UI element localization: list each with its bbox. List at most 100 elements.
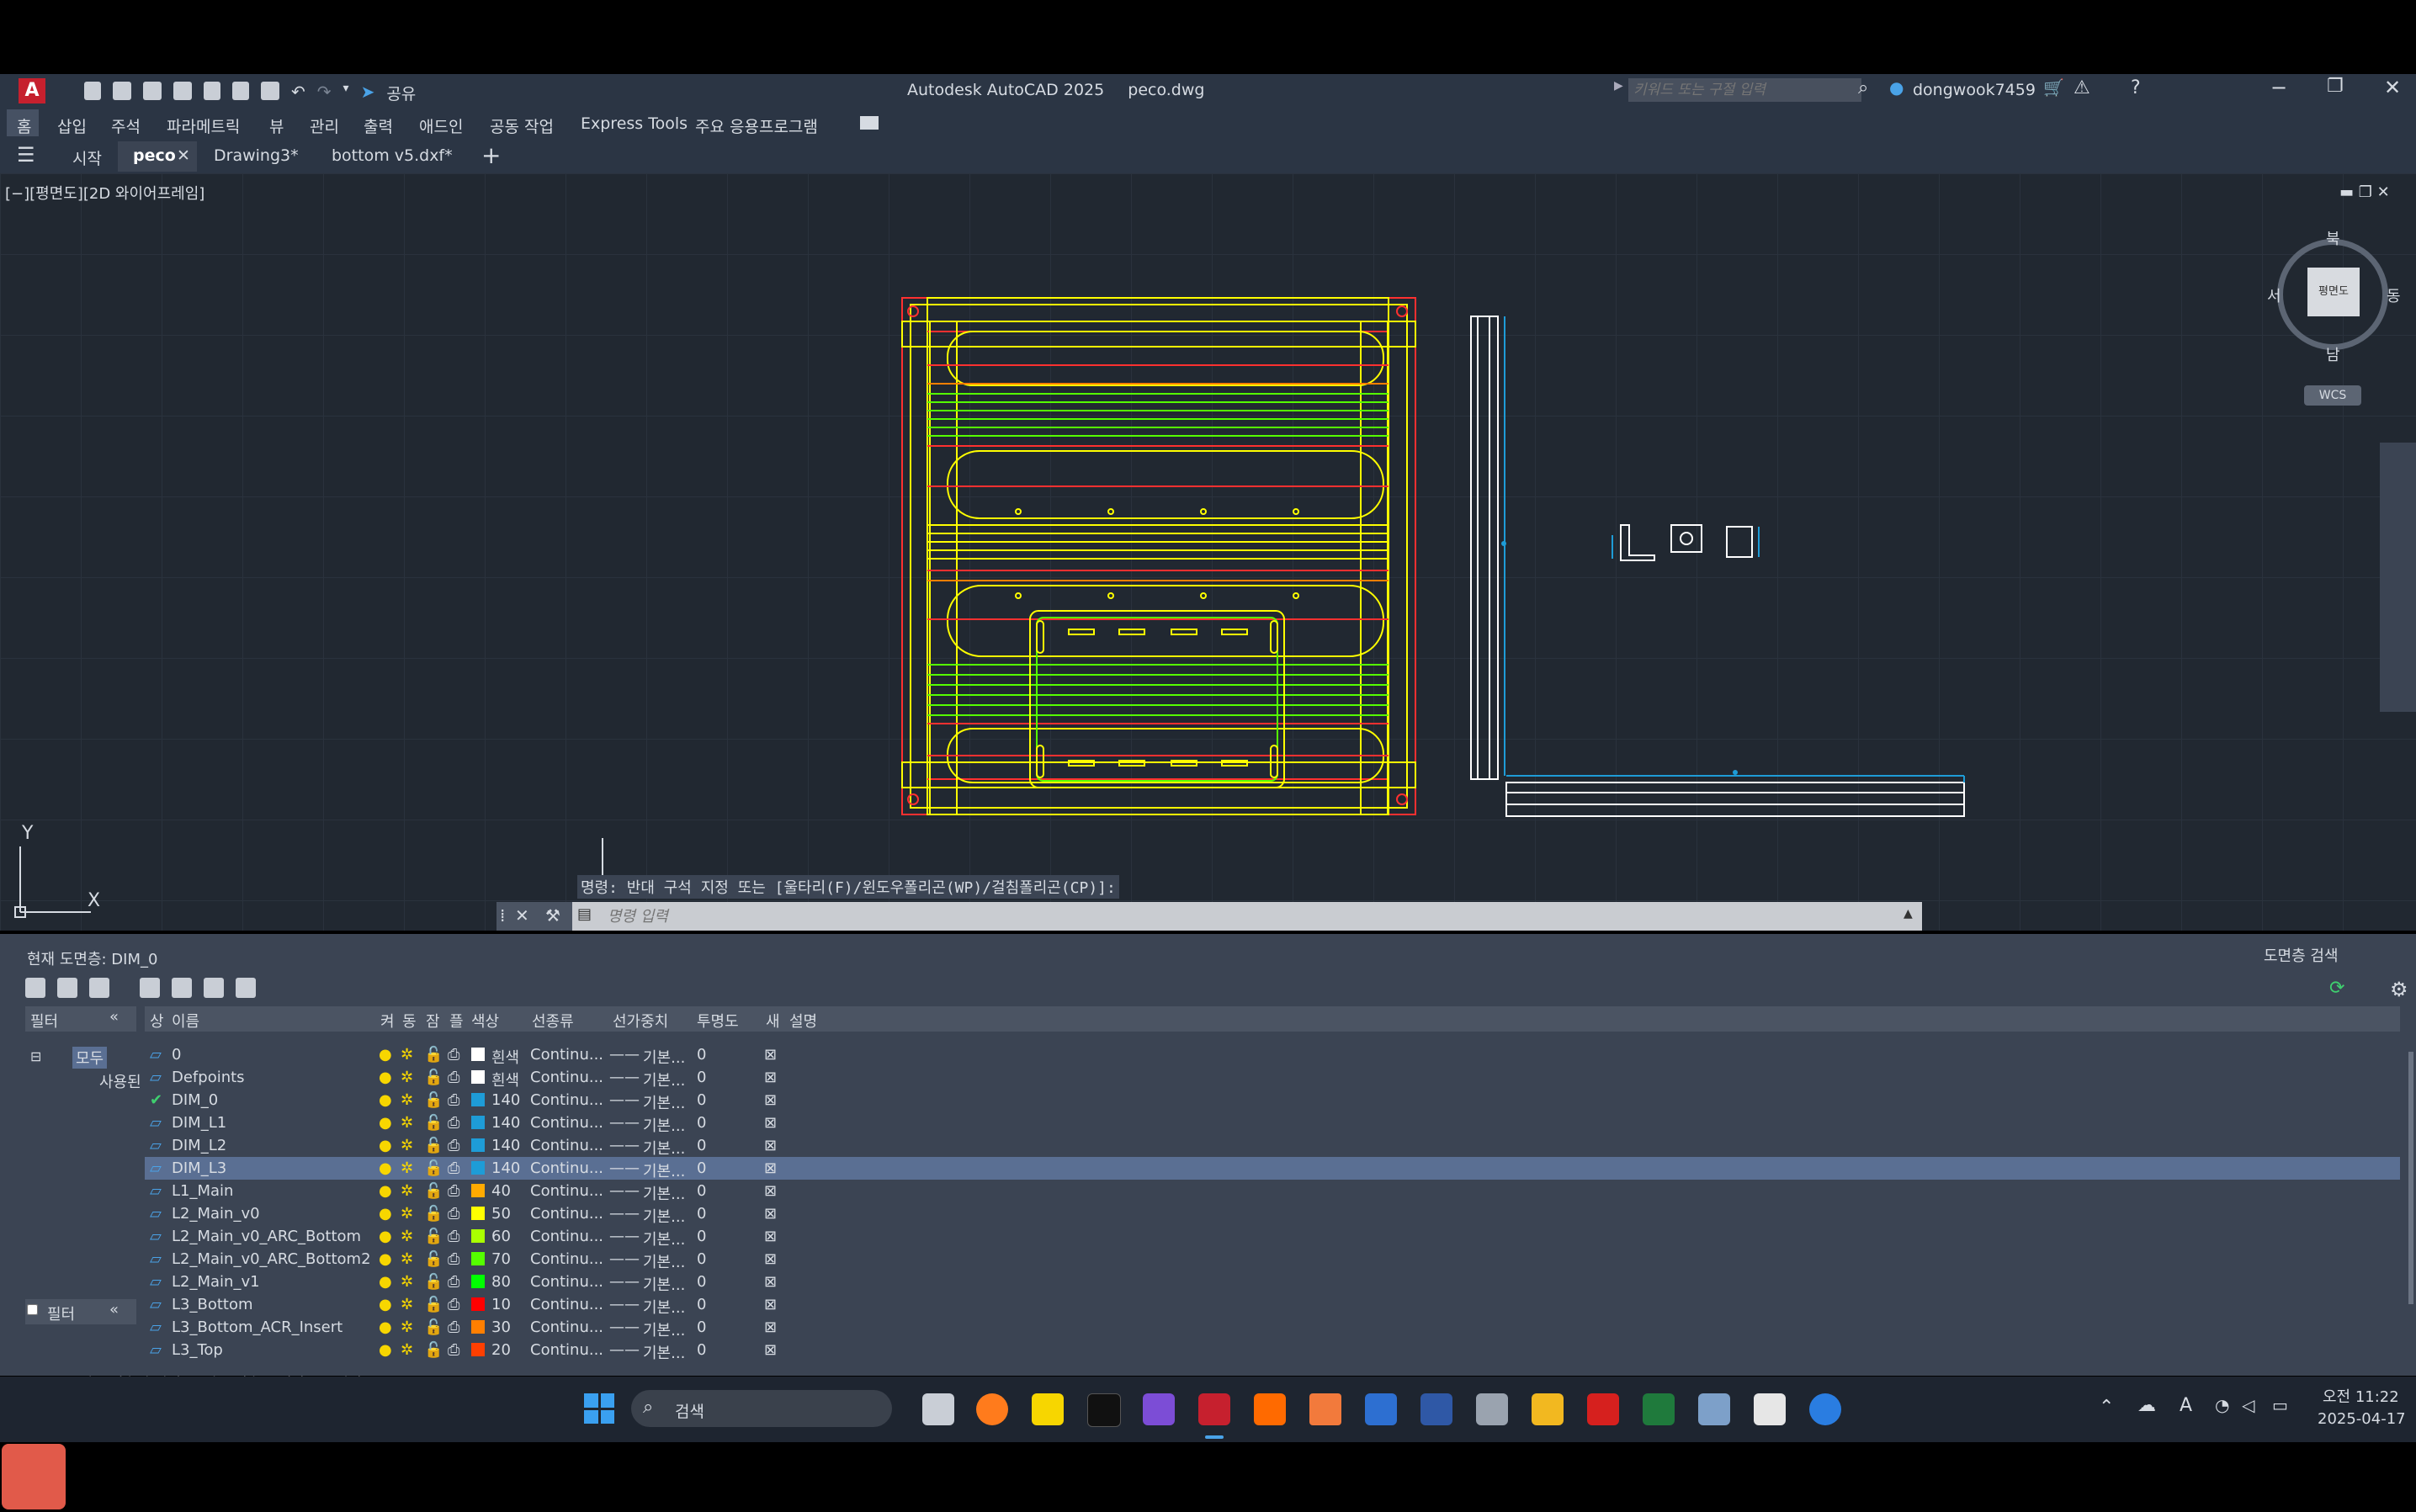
command-prompt-icon[interactable]: ▤ [577,905,592,923]
layer-plot-icon[interactable]: ⎙ [448,1091,459,1109]
layer-row[interactable]: ✔ DIM_0 ● ✲ 🔓 ⎙ 140 Continu... —— 기본... 0 ⊠ [145,1089,2400,1112]
layer-on-icon[interactable]: ● [379,1228,392,1245]
layer-plot-icon[interactable]: ⎙ [448,1069,459,1086]
firefox-icon[interactable] [976,1393,1008,1425]
layer-row[interactable]: ▱ DIM_L2 ● ✲ 🔓 ⎙ 140 Continu... —— 기본... 0 ⊠ [145,1134,2400,1158]
layer-status-icon[interactable]: ▱ [150,1182,162,1200]
layer-lineweight-line-icon[interactable]: —— [609,1182,640,1200]
layer-lineweight-line-icon[interactable]: —— [609,1069,640,1086]
layer-freeze-icon[interactable]: ✲ [401,1318,413,1336]
kakaotalk-icon[interactable] [1032,1393,1064,1425]
layer-on-icon[interactable]: ● [379,1250,392,1268]
windows-start-icon[interactable] [584,1393,614,1424]
layer-row[interactable]: ▱ L3_Top ● ✲ 🔓 ⎙ 20 Continu... —— 기본... 0 ⊠ [145,1339,2400,1362]
layer-status-icon[interactable]: ▱ [150,1228,162,1245]
new-layer-frozen-icon[interactable] [172,978,192,998]
layer-row[interactable]: ▱ Defpoints ● ✲ 🔓 ⎙ 흰색 Continu... —— 기본... 0 ⊠ [145,1066,2400,1090]
layer-color-swatch[interactable] [471,1229,485,1243]
col-description[interactable]: 설명 [789,1010,817,1032]
ribbon-tab-featured-apps[interactable]: 주요 응용프로그램 [695,114,818,137]
layer-status-icon[interactable]: ▱ [150,1318,162,1336]
layer-lineweight-line-icon[interactable]: —— [609,1046,640,1064]
layer-lineweight-line-icon[interactable]: —— [609,1341,640,1359]
layer-freeze-icon[interactable]: ✲ [401,1046,413,1064]
layer-status-icon[interactable]: ✔ [150,1091,162,1109]
layer-freeze-icon[interactable]: ✲ [401,1205,413,1223]
doc-tab-start[interactable]: 시작 [72,146,102,169]
autocad-logo-icon[interactable]: A [19,78,45,103]
layer-plot-icon[interactable]: ⎙ [448,1250,459,1268]
redo-icon[interactable]: ↷ [317,82,332,104]
new-tab-icon[interactable]: + [481,141,501,169]
share-icon[interactable]: ➤ [361,82,375,104]
layer-plot-icon[interactable]: ⎙ [448,1228,459,1245]
doc-tab-peco[interactable]: peco [133,146,176,165]
layer-freeze-icon[interactable]: ✲ [401,1114,413,1132]
layer-vp-freeze-icon[interactable]: ⊠ [764,1273,777,1291]
layer-status-icon[interactable]: ▱ [150,1296,162,1313]
refresh-icon[interactable]: ⟳ [2329,978,2344,999]
col-linetype[interactable]: 선종류 [532,1010,574,1032]
publish-icon[interactable] [204,82,220,100]
layer-vp-freeze-icon[interactable]: ⊠ [764,1296,777,1313]
kicad-icon[interactable] [1365,1393,1397,1425]
layer-plot-icon[interactable]: ⎙ [448,1137,459,1154]
layer-vp-freeze-icon[interactable]: ⊠ [764,1341,777,1359]
layer-color-swatch[interactable] [471,1207,485,1220]
layer-lock-icon[interactable]: 🔓 [424,1296,443,1313]
layer-color-swatch[interactable] [471,1048,485,1061]
layer-vp-freeze-icon[interactable]: ⊠ [764,1069,777,1086]
command-history-toggle-icon[interactable]: ▲ [1904,907,1913,920]
layer-color-swatch[interactable] [471,1320,485,1334]
help-icon[interactable]: ? [2131,77,2141,98]
layer-lineweight-line-icon[interactable]: —— [609,1250,640,1268]
task-view-icon[interactable] [922,1393,954,1425]
clock-time[interactable]: 오전 11:22 [2323,1385,2399,1407]
wifi-icon[interactable]: ◔ [2215,1395,2229,1415]
layer-table-scrollbar[interactable] [2408,1052,2413,1304]
save-icon[interactable] [143,82,162,100]
col-transparency[interactable]: 투명도 [697,1010,739,1032]
layer-lineweight-line-icon[interactable]: —— [609,1091,640,1109]
layer-status-icon[interactable]: ▱ [150,1273,162,1291]
layer-on-icon[interactable]: ● [379,1273,392,1291]
slicer-icon[interactable] [1309,1393,1341,1425]
plot-preview-icon[interactable] [232,82,249,100]
layer-vp-freeze-icon[interactable]: ⊠ [764,1182,777,1200]
keyword-search-input[interactable] [1628,78,1861,102]
command-customize-icon[interactable]: ⚒ [545,905,560,926]
layer-color-swatch[interactable] [471,1093,485,1106]
clock-date[interactable]: 2025-04-17 [2318,1410,2406,1428]
viewcube[interactable]: 평면도 북 남 서 동 [2267,231,2401,364]
command-close-icon[interactable]: ✕ [515,905,529,926]
layer-color-swatch[interactable] [471,1161,485,1175]
layer-freeze-icon[interactable]: ✲ [401,1341,413,1359]
layer-row[interactable]: ▱ L2_Main_v0_ARC_Bottom ● ✲ 🔓 ⎙ 60 Continu... ——… [145,1225,2400,1249]
layer-vp-freeze-icon[interactable]: ⊠ [764,1114,777,1132]
layer-lineweight-line-icon[interactable]: —— [609,1318,640,1336]
ribbon-tab-collaborate[interactable]: 공동 작업 [490,114,554,137]
layer-lock-icon[interactable]: 🔓 [424,1159,443,1177]
layer-on-icon[interactable]: ● [379,1046,392,1064]
layer-vp-freeze-icon[interactable]: ⊠ [764,1205,777,1223]
layer-on-icon[interactable]: ● [379,1114,392,1132]
menu-icon[interactable]: ☰ [17,143,35,167]
layer-freeze-icon[interactable]: ✲ [401,1228,413,1245]
ribbon-tab-view[interactable]: 뷰 [269,114,284,137]
ribbon-state-icon[interactable] [860,116,879,130]
layer-vp-freeze-icon[interactable]: ⊠ [764,1159,777,1177]
col-name[interactable]: 이름 [172,1010,199,1032]
search-icon[interactable]: ⌕ [1858,77,1868,98]
tree-used[interactable]: 사용된 [99,1070,141,1092]
layer-status-icon[interactable]: ▱ [150,1159,162,1177]
ribbon-tab-home[interactable]: 홈 [17,114,31,137]
layer-status-icon[interactable]: ▱ [150,1137,162,1154]
col-color[interactable]: 색상 [471,1010,499,1032]
layer-status-icon[interactable]: ▱ [150,1205,162,1223]
layer-lock-icon[interactable]: 🔓 [424,1114,443,1132]
layer-freeze-icon[interactable]: ✲ [401,1273,413,1291]
user-icon[interactable]: ● [1889,77,1904,98]
print-icon[interactable] [261,82,279,100]
collapse-filter-icon[interactable]: « [109,1008,119,1026]
tree-expand-icon[interactable]: ⊟ [30,1048,41,1064]
